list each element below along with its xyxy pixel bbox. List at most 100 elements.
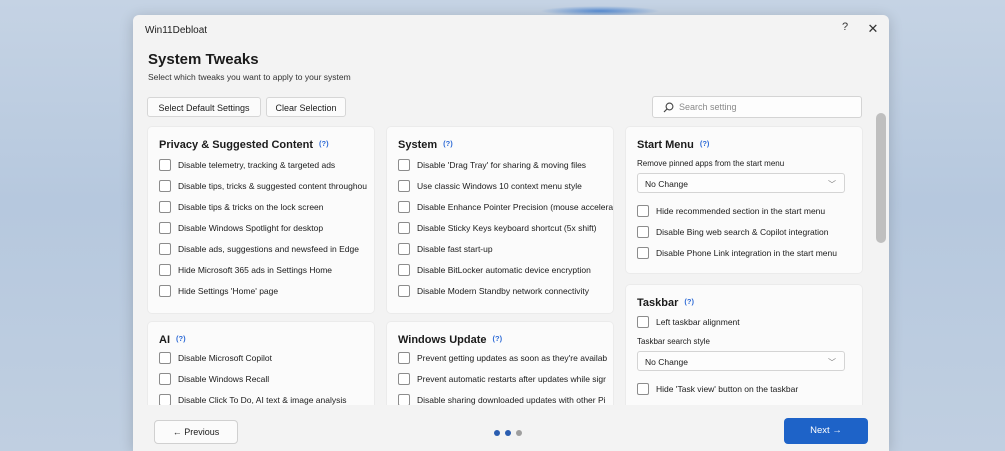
card-windows-update: Windows Update (?) Prevent getting update… bbox=[387, 322, 613, 405]
tweak-label: Disable Sticky Keys keyboard shortcut (5… bbox=[417, 223, 597, 233]
tweak-label: Disable tips & tricks on the lock screen bbox=[178, 202, 324, 212]
field-label: Taskbar search style bbox=[637, 337, 710, 346]
select-value: No Change bbox=[645, 179, 689, 189]
tweak-label: Disable ads, suggestions and newsfeed in… bbox=[178, 244, 359, 254]
tweak-label: Disable Modern Standby network connectiv… bbox=[417, 286, 589, 296]
search-field[interactable] bbox=[652, 96, 862, 118]
info-icon[interactable]: (?) bbox=[684, 297, 694, 306]
select-value: No Change bbox=[645, 357, 689, 367]
tweak-label: Disable sharing downloaded updates with … bbox=[417, 395, 606, 405]
next-button[interactable]: Next → bbox=[784, 418, 868, 444]
tweak-label: Disable Microsoft Copilot bbox=[178, 353, 273, 363]
tweak-label: Disable Phone Link integration in the st… bbox=[656, 248, 837, 258]
info-icon[interactable]: (?) bbox=[443, 139, 453, 148]
help-button[interactable]: ? bbox=[837, 21, 853, 37]
card-title-text: AI bbox=[159, 334, 170, 346]
checkbox[interactable] bbox=[398, 222, 410, 234]
footer: ← Previous Next → bbox=[133, 405, 889, 451]
checkbox[interactable] bbox=[398, 180, 410, 192]
tweak-label: Disable tips, tricks & suggested content… bbox=[178, 181, 367, 191]
tweak-label: Prevent automatic restarts after updates… bbox=[417, 374, 606, 384]
card-title-text: Privacy & Suggested Content bbox=[159, 139, 314, 151]
checkbox[interactable] bbox=[637, 316, 649, 328]
checkbox[interactable] bbox=[637, 383, 649, 395]
page-dot[interactable] bbox=[516, 430, 522, 436]
taskbar-search-select[interactable]: No Change ﹀ bbox=[637, 351, 845, 371]
card-title-text: System bbox=[398, 139, 438, 151]
checkbox[interactable] bbox=[398, 373, 410, 385]
checkbox[interactable] bbox=[637, 205, 649, 217]
page-dot[interactable] bbox=[494, 430, 500, 436]
tweak-label: Disable Click To Do, AI text & image ana… bbox=[178, 395, 347, 405]
checkbox[interactable] bbox=[159, 373, 171, 385]
checkbox[interactable] bbox=[159, 180, 171, 192]
card-title-system: System (?) bbox=[398, 139, 453, 151]
checkbox[interactable] bbox=[398, 243, 410, 255]
tweak-label: Disable fast start-up bbox=[417, 244, 493, 254]
window-title: Win11Debloat bbox=[145, 25, 208, 36]
tweak-label: Disable Windows Recall bbox=[178, 374, 270, 384]
checkbox[interactable] bbox=[159, 201, 171, 213]
card-title-privacy: Privacy & Suggested Content (?) bbox=[159, 139, 329, 151]
pinned-apps-select[interactable]: No Change ﹀ bbox=[637, 173, 845, 193]
tweak-label: Hide recommended section in the start me… bbox=[656, 206, 826, 216]
tweak-label: Disable Bing web search & Copilot integr… bbox=[656, 227, 829, 237]
card-title-text: Taskbar bbox=[637, 297, 679, 309]
chevron-down-icon: ﹀ bbox=[828, 358, 836, 367]
tweak-label: Disable Enhance Pointer Precision (mouse… bbox=[417, 202, 613, 212]
checkbox[interactable] bbox=[159, 285, 171, 297]
tweak-label: Hide Settings 'Home' page bbox=[178, 286, 279, 296]
tweak-label: Hide Microsoft 365 ads in Settings Home bbox=[178, 265, 333, 275]
card-system: System (?) Disable 'Drag Tray' for sharin… bbox=[387, 127, 613, 313]
card-title-text: Start Menu bbox=[637, 139, 694, 151]
checkbox[interactable] bbox=[398, 352, 410, 364]
card-title-start-menu: Start Menu (?) bbox=[637, 139, 709, 151]
checkbox[interactable] bbox=[398, 394, 410, 405]
checkbox[interactable] bbox=[159, 159, 171, 171]
checkbox[interactable] bbox=[159, 394, 171, 405]
close-button[interactable]: ✕ bbox=[865, 21, 881, 37]
card-ai: AI (?) Disable Microsoft Copilot Disable … bbox=[148, 322, 374, 405]
page-subtitle: Select which tweaks you want to apply to… bbox=[148, 72, 351, 82]
card-title-ai: AI (?) bbox=[159, 334, 186, 346]
card-taskbar: Taskbar (?) Left taskbar alignment Taskba… bbox=[626, 285, 862, 405]
select-default-settings-button[interactable]: Select Default Settings bbox=[147, 97, 261, 117]
tweak-label: Disable telemetry, tracking & targeted a… bbox=[178, 160, 336, 170]
page-dot-active[interactable] bbox=[505, 430, 511, 436]
tweak-label: Hide 'Task view' button on the taskbar bbox=[656, 384, 799, 394]
tweak-label: Disable Windows Spotlight for desktop bbox=[178, 223, 324, 233]
checkbox[interactable] bbox=[637, 247, 649, 259]
card-privacy: Privacy & Suggested Content (?) Disable t… bbox=[148, 127, 374, 313]
tweak-label: Prevent getting updates as soon as they'… bbox=[417, 353, 608, 363]
clear-selection-button[interactable]: Clear Selection bbox=[266, 97, 346, 117]
checkbox[interactable] bbox=[398, 264, 410, 276]
search-icon bbox=[663, 102, 674, 113]
app-window: Win11Debloat ? ✕ System Tweaks Select wh… bbox=[133, 15, 889, 451]
tweak-label: Use classic Windows 10 context menu styl… bbox=[417, 181, 582, 191]
checkbox[interactable] bbox=[398, 159, 410, 171]
checkbox[interactable] bbox=[159, 243, 171, 255]
checkbox[interactable] bbox=[159, 222, 171, 234]
previous-button[interactable]: ← Previous bbox=[154, 420, 238, 444]
card-title-taskbar: Taskbar (?) bbox=[637, 297, 694, 309]
checkbox[interactable] bbox=[398, 285, 410, 297]
info-icon[interactable]: (?) bbox=[700, 139, 710, 148]
checkbox[interactable] bbox=[398, 201, 410, 213]
tweak-label: Disable 'Drag Tray' for sharing & moving… bbox=[417, 160, 587, 170]
tweak-label: Left taskbar alignment bbox=[656, 317, 740, 327]
checkbox[interactable] bbox=[159, 352, 171, 364]
info-icon[interactable]: (?) bbox=[493, 334, 503, 343]
info-icon[interactable]: (?) bbox=[176, 334, 186, 343]
tweak-label: Disable BitLocker automatic device encry… bbox=[417, 265, 591, 275]
tweaks-content: Privacy & Suggested Content (?) Disable t… bbox=[133, 123, 889, 405]
info-icon[interactable]: (?) bbox=[319, 139, 329, 148]
card-title-text: Windows Update bbox=[398, 334, 487, 346]
field-label: Remove pinned apps from the start menu bbox=[637, 159, 785, 168]
checkbox[interactable] bbox=[159, 264, 171, 276]
chevron-down-icon: ﹀ bbox=[828, 180, 836, 189]
card-title-windows-update: Windows Update (?) bbox=[398, 334, 502, 346]
card-start-menu: Start Menu (?) Remove pinned apps from th… bbox=[626, 127, 862, 273]
search-input[interactable] bbox=[679, 99, 855, 115]
checkbox[interactable] bbox=[637, 226, 649, 238]
scrollbar-thumb[interactable] bbox=[876, 113, 886, 243]
